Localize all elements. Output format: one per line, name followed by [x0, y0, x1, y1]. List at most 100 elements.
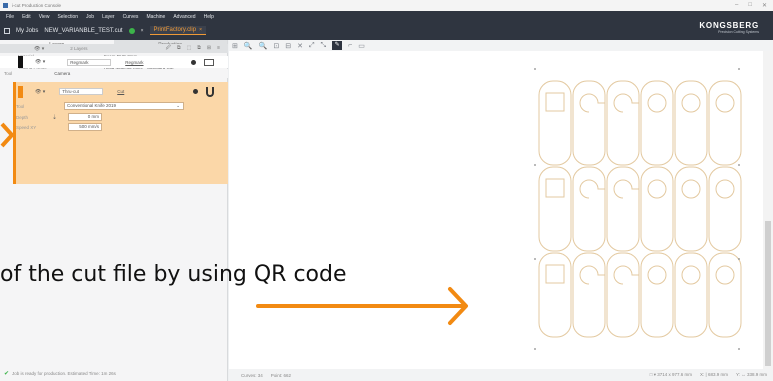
hanger-hook-cut — [613, 93, 639, 113]
layer2-tool-row: Tool Conventional Knife 2019 ⌄ — [16, 102, 184, 110]
registration-mark — [738, 348, 740, 350]
brand-subtitle: Precision Cutting Systems — [718, 30, 759, 34]
curves-count: Curves: 34 — [241, 372, 263, 378]
layer-row-thrucut[interactable]: 👁 ▾ Thru-cut Cut — [13, 85, 228, 98]
menu-curves[interactable]: Curves — [123, 14, 139, 20]
visibility-dropdown[interactable]: 👁 ▾ — [34, 46, 44, 52]
menu-layer[interactable]: Layer — [102, 14, 115, 20]
edit-icon[interactable]: 🖉 — [166, 45, 171, 53]
copy-icon[interactable]: ⧉ — [197, 45, 201, 53]
layer-color-swatch[interactable] — [18, 56, 23, 68]
tool-select[interactable]: Conventional Knife 2019 ⌄ — [64, 102, 184, 110]
frame-icon[interactable]: ⬚ — [187, 45, 192, 53]
zoom-page-icon[interactable]: ⊟ — [285, 42, 291, 50]
knife-tool-icon — [206, 86, 214, 97]
menu-job[interactable]: Job — [86, 14, 94, 20]
registration-mark — [534, 164, 536, 166]
hanger-circle-hole — [681, 179, 701, 199]
tool-value: Camera — [54, 71, 71, 76]
zoom-out-icon[interactable]: 🔍 — [259, 42, 268, 50]
layer-name-field[interactable]: Thru-cut — [59, 88, 104, 95]
hanger-hook-cut — [613, 179, 639, 199]
canvas-toolbar: ⊞ 🔍 🔍 ⊡ ⊟ ✕ ⤢ ⤡ ✎ ⌐ ▭ — [229, 40, 773, 51]
layer-row-regmark[interactable]: 👁 ▾ Regmark Regmark — [0, 56, 228, 68]
delete-icon[interactable]: ✕ — [297, 42, 303, 50]
menu-edit[interactable]: Edit — [22, 14, 31, 20]
menu-selection[interactable]: Selection — [57, 14, 78, 20]
tool-select-value: Conventional Knife 2019 — [67, 103, 117, 108]
drawing-canvas[interactable] — [229, 51, 773, 369]
tab-my-jobs[interactable]: My Jobs — [16, 28, 38, 34]
fit-icon[interactable]: ⊞ — [232, 42, 238, 50]
shrink-icon[interactable]: ⤡ — [321, 42, 327, 50]
menu-machine[interactable]: Machine — [146, 14, 165, 20]
check-icon: ✔ — [4, 371, 10, 377]
hanger-square-hole — [545, 178, 565, 198]
layer1-tool-row: Tool Camera — [0, 69, 228, 78]
speed-input[interactable]: 500 mm/s — [68, 123, 102, 131]
add-layer-icon[interactable]: ⊞ — [207, 45, 211, 53]
layer2-speed-row: Speed XY 500 mm/s — [16, 123, 102, 131]
tab-printfactory[interactable]: PrintFactory.clip × — [149, 26, 207, 35]
hanger-circle-hole — [715, 179, 735, 199]
tab-printfactory-close-icon[interactable]: × — [199, 27, 202, 33]
eye-icon[interactable]: 👁 ▾ — [35, 59, 45, 65]
info-icon[interactable] — [191, 59, 196, 65]
hanger-circle-hole — [715, 93, 735, 113]
cut-layout-drawing — [534, 68, 742, 350]
vertical-scrollbar[interactable] — [763, 51, 773, 369]
pointer-arrow-icon — [0, 122, 15, 148]
hanger-circle-hole — [715, 265, 735, 285]
app-header: File Edit View Selection Job Layer Curve… — [0, 11, 773, 40]
document-tabs: My Jobs NEW_VARIANBLE_TEST.cut × PrintFa… — [4, 26, 207, 35]
scrollbar-thumb[interactable] — [765, 221, 771, 366]
layer-count: 2 Layers — [70, 46, 88, 51]
status-right-info: □ ▾ 3714 x 977.6 mm X: | 683.9 mm Y: ↔ 3… — [650, 372, 767, 378]
window-controls: – □ ✕ — [735, 2, 767, 9]
hanger-circle-hole — [647, 265, 667, 285]
tab-job-file[interactable]: NEW_VARIANBLE_TEST.cut — [44, 28, 122, 34]
hanger-circle-hole — [681, 93, 701, 113]
door-hanger-shape — [538, 252, 572, 338]
menu-file[interactable]: File — [6, 14, 14, 20]
hanger-hook-cut — [579, 179, 605, 199]
hanger-circle-hole — [681, 265, 701, 285]
layer2-depth-row: Depth ⇣ 0 mm — [16, 113, 102, 121]
door-hanger-shape — [538, 80, 572, 166]
maximize-button[interactable]: □ — [748, 2, 752, 9]
layer-type-link[interactable]: Regmark — [125, 60, 143, 65]
y-coordinate-readout: Y: ↔ 338.9 mm — [735, 372, 767, 377]
grid-icon — [4, 27, 10, 34]
registration-mark — [738, 258, 740, 260]
layer-type-link[interactable]: Cut — [117, 89, 124, 94]
tool-label: Tool — [16, 103, 25, 109]
minimize-button[interactable]: – — [735, 2, 738, 9]
depth-label: Depth — [16, 114, 29, 120]
zoom-selection-icon[interactable]: ⊡ — [273, 42, 279, 50]
layer-name-field[interactable]: Regmark — [67, 58, 112, 66]
corner-tool-icon[interactable]: ⌐ — [348, 42, 352, 49]
hanger-circle-hole — [647, 93, 667, 113]
menu-help[interactable]: Help — [204, 14, 214, 20]
menu-advanced[interactable]: Advanced — [173, 14, 195, 20]
info-icon[interactable] — [193, 89, 198, 94]
tab-close-icon[interactable]: × — [141, 28, 144, 34]
rectangle-tool-icon[interactable]: ▭ — [358, 42, 365, 50]
menu-icon[interactable]: ≡ — [217, 45, 220, 53]
depth-input[interactable]: 0 mm — [68, 113, 102, 121]
close-button[interactable]: ✕ — [762, 2, 767, 9]
hanger-hook-cut — [613, 265, 639, 285]
hanger-square-hole — [545, 92, 565, 112]
expand-icon[interactable]: ⤢ — [309, 42, 315, 50]
registration-mark — [738, 68, 740, 70]
pen-tool-icon[interactable]: ✎ — [332, 41, 343, 50]
duplicate-icon[interactable]: ⧉ — [177, 45, 181, 53]
layer-row-thrucut-selected[interactable] — [13, 82, 228, 184]
layer-tools: 🖉 ⧉ ⬚ ⧉ ⊞ ≡ — [166, 45, 220, 53]
menu-bar: File Edit View Selection Job Layer Curve… — [6, 14, 214, 20]
zoom-in-icon[interactable]: 🔍 — [244, 42, 253, 50]
layer-color-swatch[interactable] — [18, 85, 23, 98]
menu-view[interactable]: View — [39, 14, 50, 20]
hanger-square-hole — [545, 264, 565, 284]
eye-icon[interactable]: 👁 ▾ — [35, 89, 45, 95]
